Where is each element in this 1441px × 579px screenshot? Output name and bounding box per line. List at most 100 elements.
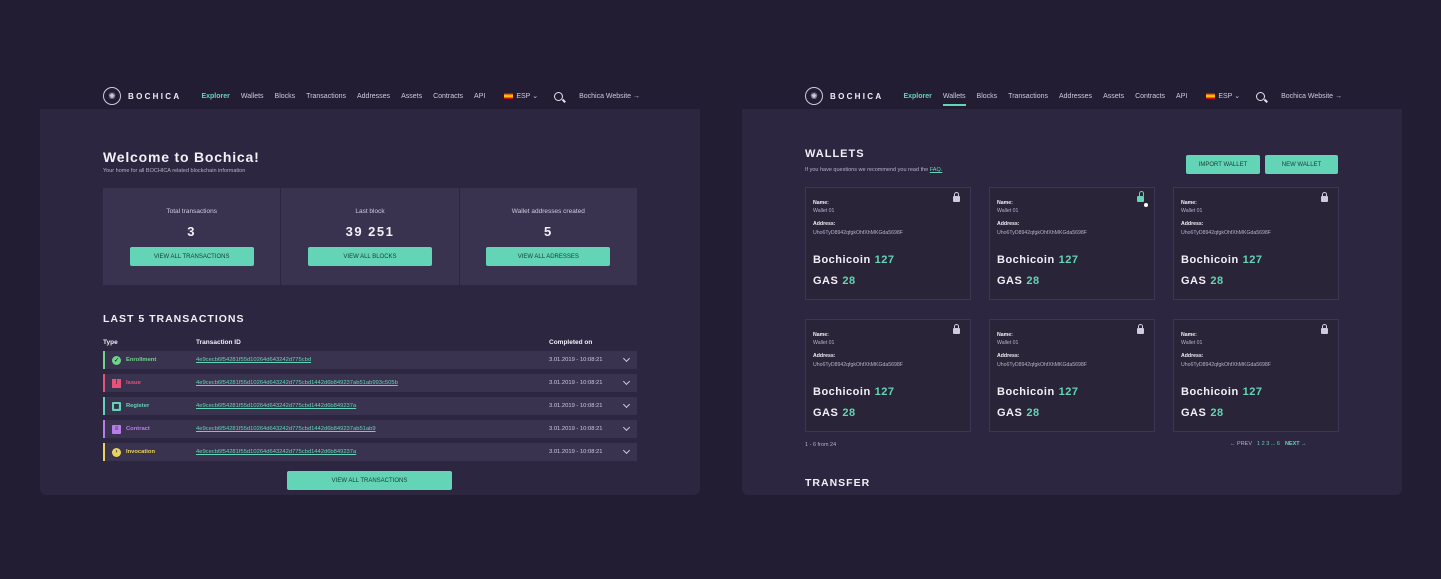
- nav-explorer[interactable]: Explorer: [903, 93, 931, 100]
- nav-blocks[interactable]: Blocks: [275, 93, 296, 100]
- table-row[interactable]: ✓ Enrollment 4e9cecb6f54281f55d10264d64324…: [103, 351, 637, 369]
- chevron-down-icon[interactable]: [622, 446, 631, 455]
- wallets-panel: ✺ BOCHICA Explorer Wallets Blocks Transa…: [742, 0, 1402, 495]
- table-row[interactable]: ▦ Register 4e9cecb6f54281f55d10264d643242d…: [103, 397, 637, 415]
- wallet-address: Uho6TyD8942qfgkOhfXhMKGda5698F: [1181, 362, 1271, 368]
- address-label: Address:: [1181, 221, 1204, 227]
- view-all-transactions-bottom-button[interactable]: VIEW ALL TRANSACTIONS: [287, 471, 452, 490]
- nav-addresses[interactable]: Addresses: [1059, 93, 1092, 100]
- stat-value: 3: [187, 224, 197, 239]
- gas-value: 28: [842, 275, 856, 287]
- stat-wallet-addresses: Wallet addresses created 5 VIEW ALL ADRE…: [458, 188, 637, 285]
- name-label: Name:: [1181, 200, 1197, 206]
- wallets-body: WALLETS If you have questions we recomme…: [742, 109, 1402, 495]
- import-wallet-button[interactable]: IMPORT WALLET: [1186, 155, 1260, 174]
- stat-value: 39 251: [345, 224, 395, 239]
- view-all-addresses-button[interactable]: VIEW ALL ADRESSES: [486, 247, 611, 266]
- coin-name: Bochicoin: [997, 254, 1055, 266]
- nav-wallets[interactable]: Wallets: [942, 93, 966, 106]
- website-link[interactable]: Bochica Website →: [1281, 93, 1342, 100]
- next-page-button[interactable]: NEXT →: [1285, 441, 1307, 447]
- stats-box: Total transactions 3 VIEW ALL TRANSACTIO…: [103, 188, 637, 285]
- header-transaction-id: Transaction ID: [196, 339, 241, 346]
- nav-contracts[interactable]: Contracts: [1135, 93, 1165, 100]
- coin-name: Bochicoin: [997, 386, 1055, 398]
- lock-icon[interactable]: [953, 324, 960, 334]
- gas-balance: GAS 28: [997, 407, 1040, 419]
- top-nav: ✺ BOCHICA Explorer Wallets Blocks Transa…: [40, 0, 700, 109]
- wallet-card[interactable]: Name: Wallet 01 Address: Uho6TyD8942qfgkOhf…: [805, 319, 971, 432]
- view-all-transactions-button[interactable]: VIEW ALL TRANSACTIONS: [129, 247, 254, 266]
- nav-assets[interactable]: Assets: [401, 93, 422, 100]
- name-label: Name:: [1181, 332, 1197, 338]
- table-row[interactable]: › Invocation 4e9cecb6f54281f55d10264d64324…: [103, 443, 637, 461]
- prev-page-button[interactable]: ← PREV: [1230, 441, 1252, 447]
- nav-api[interactable]: API: [1176, 93, 1187, 100]
- transaction-id-link[interactable]: 4e9cecb6f54281f55d10264d643242d775cbd144…: [196, 380, 398, 386]
- calendar-icon: ▦: [112, 401, 121, 411]
- coin-value: 127: [1058, 386, 1079, 398]
- chevron-down-icon[interactable]: [622, 400, 631, 409]
- type-color-bar: [103, 420, 105, 438]
- wallet-address: Uho6TyD8942qfgkOhfXhMKGda5698F: [813, 230, 903, 236]
- chevron-down-icon[interactable]: [622, 377, 631, 386]
- unlock-icon[interactable]: [1137, 191, 1144, 202]
- transaction-id-link[interactable]: 4e9cecb6f54281f55d10264d643242d775cbd144…: [196, 449, 356, 455]
- lock-icon[interactable]: [953, 192, 960, 202]
- transaction-id-link[interactable]: 4e9cecb6f54281f55d10264d643242d775cbd144…: [196, 426, 376, 432]
- wallet-card[interactable]: Name: Wallet 01 Address: Uho6TyD8942qfgkOhf…: [989, 319, 1155, 432]
- language-label: ESP: [516, 93, 531, 100]
- nav-api[interactable]: API: [474, 93, 485, 100]
- website-link[interactable]: Bochica Website →: [579, 93, 640, 100]
- nav-transactions[interactable]: Transactions: [1008, 93, 1048, 100]
- table-row[interactable]: ! Issue 4e9cecb6f54281f55d10264d643242d775…: [103, 374, 637, 392]
- lock-icon[interactable]: [1137, 324, 1144, 334]
- language-select[interactable]: ESP ⌄: [504, 92, 538, 100]
- stat-total-transactions: Total transactions 3 VIEW ALL TRANSACTIO…: [103, 188, 280, 285]
- lock-icon[interactable]: [1321, 192, 1328, 202]
- coin-name: Bochicoin: [1181, 386, 1239, 398]
- new-wallet-button[interactable]: NEW WALLET: [1265, 155, 1338, 174]
- nav-transactions[interactable]: Transactions: [306, 93, 346, 100]
- nav-blocks[interactable]: Blocks: [977, 93, 998, 100]
- nav-contracts[interactable]: Contracts: [433, 93, 463, 100]
- pagination-range: 1 - 6 from 24: [805, 442, 837, 448]
- chevron-down-icon[interactable]: [622, 354, 631, 363]
- faq-link[interactable]: FAQ.: [930, 167, 943, 173]
- transfer-title: TRANSFER: [805, 477, 871, 489]
- gas-balance: GAS 28: [1181, 275, 1224, 287]
- stat-label: Wallet addresses created: [511, 208, 585, 215]
- wallet-card[interactable]: Name: Wallet 01 Address: Uho6TyD8942qfgkOhf…: [989, 187, 1155, 300]
- address-label: Address:: [813, 221, 836, 227]
- logo[interactable]: ✺ BOCHICA: [805, 87, 883, 105]
- view-all-blocks-button[interactable]: VIEW ALL BLOCKS: [307, 247, 432, 266]
- search-icon[interactable]: [554, 91, 564, 101]
- lock-icon[interactable]: [1321, 324, 1328, 334]
- header-type: Type: [103, 339, 118, 346]
- nav-wallets[interactable]: Wallets: [241, 93, 264, 100]
- coin-name: Bochicoin: [813, 254, 871, 266]
- coin-balance: Bochicoin 127: [997, 254, 1079, 266]
- page-numbers[interactable]: 1 2 3 ... 6: [1257, 441, 1280, 447]
- wallet-address: Uho6TyD8942qfgkOhfXhMKGda5698F: [813, 362, 903, 368]
- gas-value: 28: [1026, 275, 1040, 287]
- nav-assets[interactable]: Assets: [1103, 93, 1124, 100]
- logo[interactable]: ✺ BOCHICA: [103, 87, 181, 105]
- wallet-card[interactable]: Name: Wallet 01 Address: Uho6TyD8942qfgkOhf…: [1173, 319, 1339, 432]
- language-select[interactable]: ESP ⌄: [1206, 92, 1240, 100]
- nav-addresses[interactable]: Addresses: [357, 93, 390, 100]
- wallet-name: Wallet 01: [1181, 208, 1203, 214]
- nav-explorer[interactable]: Explorer: [201, 93, 229, 100]
- wallet-card[interactable]: Name: Wallet 01 Address: Uho6TyD8942qfgkOhf…: [1173, 187, 1339, 300]
- wallets-subtitle: If you have questions we recommend you r…: [805, 167, 942, 173]
- wallets-subtitle-text: If you have questions we recommend you r…: [805, 167, 929, 173]
- chevron-down-icon[interactable]: [622, 423, 631, 432]
- check-icon: ✓: [112, 355, 121, 365]
- document-icon: ≡: [112, 424, 121, 434]
- transaction-id-link[interactable]: 4e9cecb6f54281f55d10264d643242d775cbd144…: [196, 403, 356, 409]
- wallet-card[interactable]: Name: Wallet 01 Address: Uho6TyD8942qfgkOhf…: [805, 187, 971, 300]
- transaction-id-link[interactable]: 4e9cecb6f54281f55d10264d643242d775cbd: [196, 357, 311, 363]
- table-row[interactable]: ≡ Contract 4e9cecb6f54281f55d10264d643242d…: [103, 420, 637, 438]
- search-icon[interactable]: [1256, 91, 1266, 101]
- transaction-type: Invocation: [126, 449, 155, 455]
